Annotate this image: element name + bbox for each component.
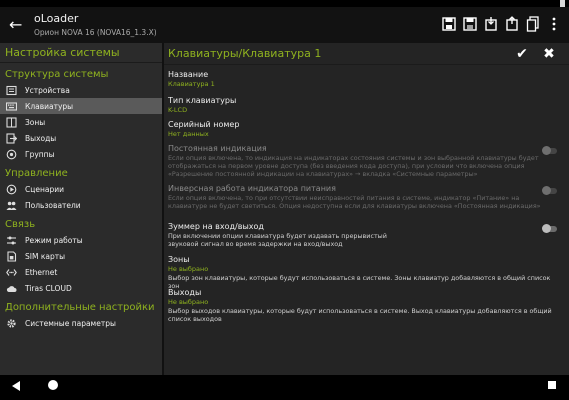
inverse-power-toggle	[542, 186, 557, 195]
nav-recents-icon[interactable]	[548, 381, 556, 389]
app-bar: ← oLoader Орион NOVA 16 (NOVA16_1.3.X)	[0, 7, 569, 43]
sidebar-item-label: Режим работы	[25, 235, 83, 245]
sidebar-item-label: Системные параметры	[25, 318, 116, 328]
section-title-control: Управление	[5, 168, 68, 179]
content-title: Клавиатуры/Клавиатура 1	[168, 47, 322, 60]
setting-zones[interactable]: Зоны Не выбрано Выбор зон клавиатуры, ко…	[164, 255, 569, 290]
system-nav-bar	[0, 375, 569, 400]
setting-label: Серийный номер	[168, 120, 240, 129]
device-read-icon[interactable]	[484, 16, 498, 32]
setting-buzzer-entry-exit[interactable]: Зуммер на вход/выход При включении опции…	[164, 222, 569, 255]
section-title-advanced: Дополнительные настройки	[5, 302, 155, 313]
sidebar-item-label: Выходы	[25, 133, 57, 143]
outputs-icon	[6, 132, 18, 144]
sidebar-item-label: SIM карты	[25, 251, 66, 261]
sidebar-header: Настройка системы	[0, 43, 162, 63]
settings-sidebar: Настройка системы Структура системы Устр…	[0, 43, 162, 375]
buzzer-toggle[interactable]	[542, 224, 557, 233]
setting-label: Тип клавиатуры	[168, 96, 237, 105]
sidebar-item-keyboards[interactable]: Клавиатуры	[0, 98, 162, 114]
sidebar-item-label: Пользователи	[25, 200, 81, 210]
nav-back-icon[interactable]	[12, 381, 20, 391]
section-title-connection: Связь	[5, 219, 36, 230]
sidebar-item-outputs[interactable]: Выходы	[0, 130, 162, 146]
sidebar-item-label: Группы	[25, 149, 55, 159]
setting-description: Выбор выходов клавиатуры, которые будут …	[168, 307, 552, 323]
nav-home-icon[interactable]	[48, 380, 58, 390]
sidebar-item-scenarios[interactable]: Сценарии	[0, 181, 162, 197]
ethernet-icon	[6, 267, 17, 278]
zones-icon	[6, 116, 17, 128]
sidebar-item-label: Устройства	[25, 85, 70, 95]
mode-icon	[6, 235, 17, 246]
setting-label: Инверсная работа индикатора питания	[168, 184, 336, 193]
gear-icon	[6, 318, 17, 329]
toggle-knob	[542, 224, 551, 233]
content-header: Клавиатуры/Клавиатура 1 ✔ ✖	[164, 43, 569, 65]
section-title-structure: Структура системы	[5, 69, 109, 80]
sidebar-item-devices[interactable]: Устройства	[0, 82, 162, 98]
status-bar	[0, 0, 569, 7]
toolbar	[442, 16, 561, 32]
sidebar-item-system-params[interactable]: Системные параметры	[0, 315, 162, 331]
confirm-check-icon[interactable]: ✔	[514, 46, 530, 62]
setting-inverse-power-indicator: Инверсная работа индикатора питания Если…	[164, 184, 569, 221]
sidebar-item-cloud[interactable]: Tiras CLOUD	[0, 280, 162, 296]
keyboard-settings-panel: Клавиатуры/Клавиатура 1 ✔ ✖ Название Кла…	[164, 43, 569, 375]
setting-value: Не выбрано	[168, 298, 209, 306]
toggle-knob	[542, 186, 551, 195]
setting-value: Не выбрано	[168, 265, 209, 273]
setting-label: Название	[168, 70, 209, 79]
keyboard-icon	[5, 101, 18, 112]
setting-keyboard-type[interactable]: Тип клавиатуры K-LCD	[164, 96, 569, 118]
constant-indication-toggle	[542, 146, 557, 155]
setting-label: Зуммер на вход/выход	[168, 222, 264, 231]
sidebar-item-mode[interactable]: Режим работы	[0, 232, 162, 248]
sidebar-item-label: Ethernet	[25, 267, 58, 277]
sidebar-item-label: Сценарии	[25, 184, 64, 194]
more-vert-icon[interactable]	[547, 16, 561, 32]
sidebar-item-label: Зоны	[25, 117, 46, 127]
setting-label: Выходы	[168, 288, 202, 297]
sim-icon	[6, 250, 17, 262]
sidebar-item-ethernet[interactable]: Ethernet	[0, 264, 162, 280]
sidebar-item-zones[interactable]: Зоны	[0, 114, 162, 130]
copy-icon[interactable]	[526, 16, 540, 32]
device-subtitle: Орион NOVA 16 (NOVA16_1.3.X)	[34, 28, 157, 37]
setting-label: Постоянная индикация	[168, 144, 267, 153]
scenarios-icon	[6, 184, 17, 195]
device-write-icon[interactable]	[505, 16, 519, 32]
save-as-icon[interactable]	[463, 16, 477, 32]
setting-serial-number: Серийный номер Нет данных	[164, 120, 569, 142]
toggle-knob	[542, 146, 551, 155]
setting-value: K-LCD	[168, 106, 188, 114]
sidebar-item-label: Tiras CLOUD	[25, 283, 72, 293]
users-icon	[6, 200, 17, 211]
cloud-icon	[6, 283, 17, 294]
setting-value: Нет данных	[168, 130, 209, 138]
app-title: oLoader	[34, 12, 79, 25]
setting-description: Если опция включена, то индикация на инд…	[168, 154, 539, 178]
sidebar-item-users[interactable]: Пользователи	[0, 197, 162, 213]
setting-name[interactable]: Название Клавиатура 1	[164, 70, 569, 92]
close-icon[interactable]: ✖	[541, 46, 557, 62]
battery-icon	[560, 0, 565, 7]
back-arrow-icon[interactable]: ←	[9, 15, 23, 35]
setting-description: Если опция включена, то при отсутствии н…	[168, 194, 541, 210]
setting-outputs[interactable]: Выходы Не выбрано Выбор выходов клавиату…	[164, 288, 569, 328]
sidebar-item-groups[interactable]: Группы	[0, 146, 162, 162]
sidebar-item-label: Клавиатуры	[25, 101, 74, 111]
save-icon[interactable]	[442, 16, 456, 32]
setting-description: При включении опции клавиатура будет изд…	[168, 232, 387, 248]
sidebar-item-sim[interactable]: SIM карты	[0, 248, 162, 264]
setting-value: Клавиатура 1	[168, 80, 215, 88]
setting-label: Зоны	[168, 255, 190, 264]
devices-icon	[6, 85, 17, 96]
groups-icon	[6, 149, 17, 160]
setting-constant-indication: Постоянная индикация Если опция включена…	[164, 144, 569, 184]
